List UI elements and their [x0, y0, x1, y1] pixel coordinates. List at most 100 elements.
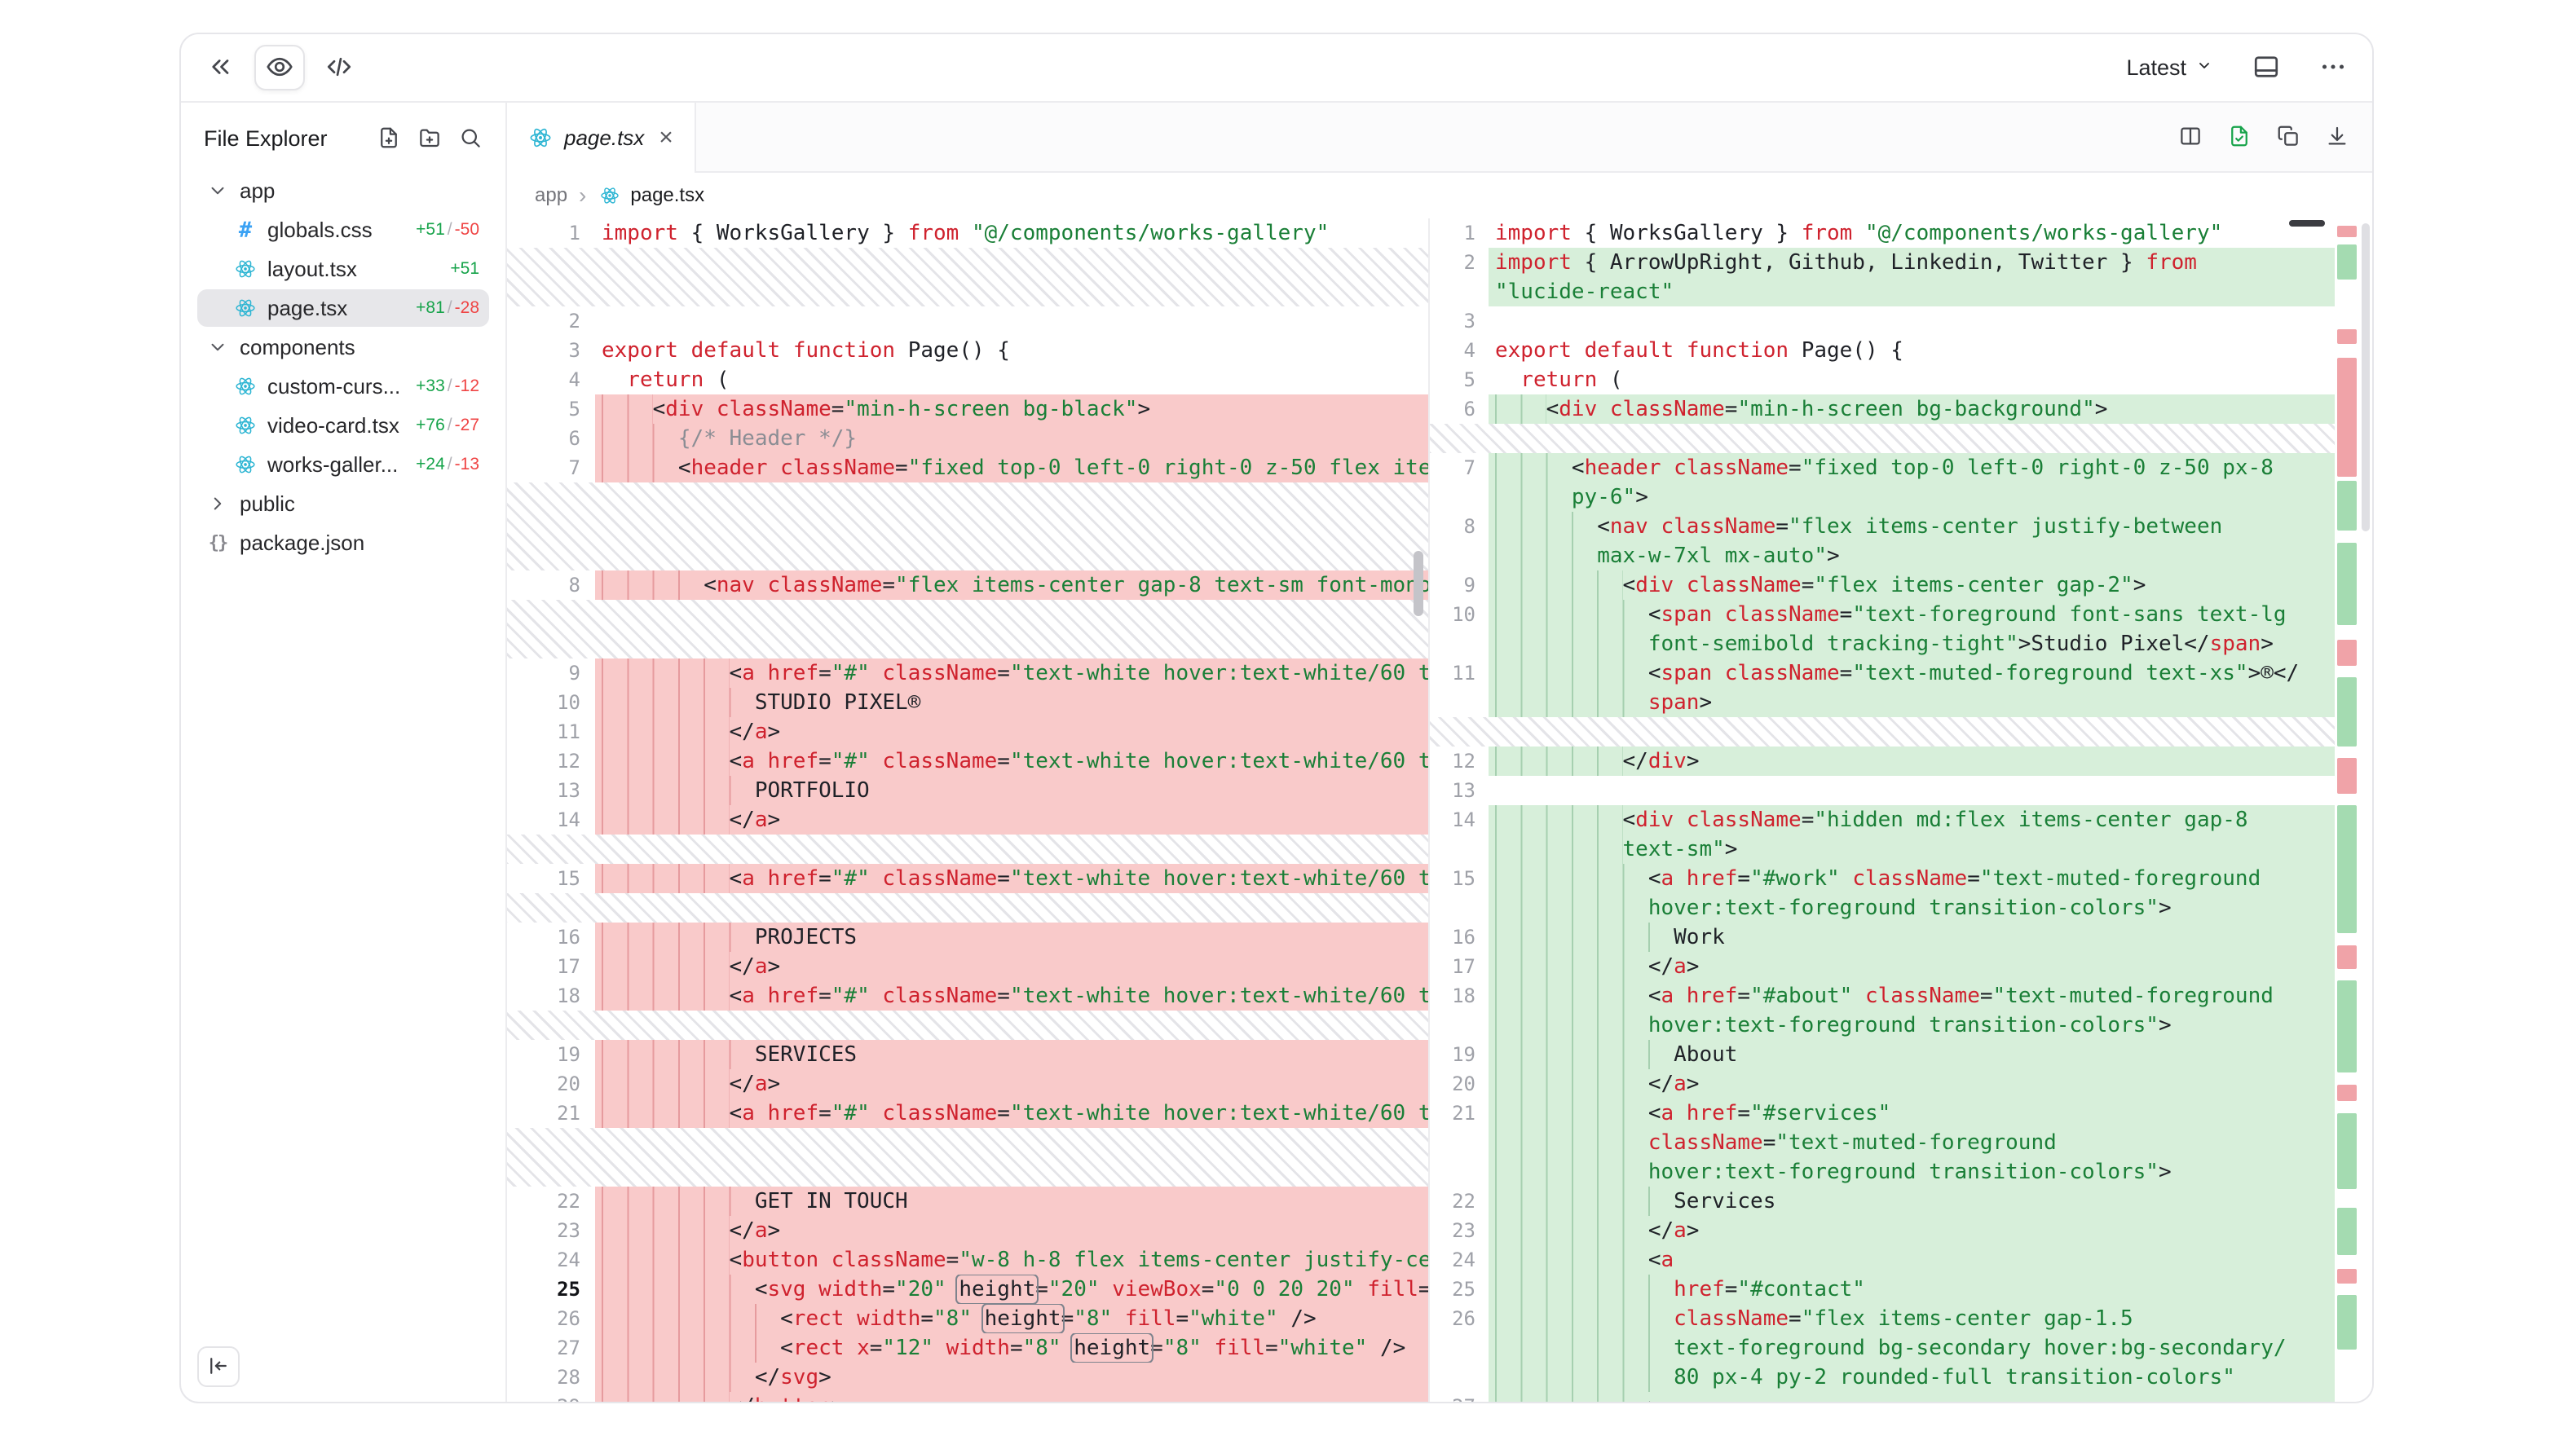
diff-code-row[interactable]: 23</a> [1430, 1216, 2335, 1245]
diff-code-row[interactable]: 11<span className="text-muted-foreground… [1430, 658, 2335, 688]
diff-code-row[interactable]: 13PORTFOLIO [507, 776, 1428, 805]
diff-code-row[interactable]: 2import { ArrowUpRight, Github, Linkedin… [1430, 248, 2335, 277]
diff-code-row[interactable]: 27<rect x="12" width="8" height="8" fill… [507, 1333, 1428, 1363]
diff-code-row[interactable]: 25<svg width="20" height="20" viewBox="0… [507, 1275, 1428, 1304]
diff-code-row[interactable]: 8<nav className="flex items-center justi… [1430, 512, 2335, 541]
diff-code-row[interactable]: 20</a> [507, 1069, 1428, 1099]
file-custom-curs...[interactable]: custom-curs...+33/-12 [197, 368, 489, 405]
diff-code-row[interactable]: 21<a href="#" className="text-white hove… [507, 1099, 1428, 1128]
new-file-button[interactable] [377, 126, 401, 152]
diff-code-row[interactable]: max-w-7xl mx-auto"> [1430, 541, 2335, 570]
diff-code-row[interactable]: 7<header className="fixed top-0 left-0 r… [507, 453, 1428, 482]
file-page.tsx[interactable]: page.tsx+81/-28 [197, 289, 489, 327]
diff-code-row[interactable]: text-sm"> [1430, 835, 2335, 864]
diff-code-row[interactable]: 26<rect width="8" height="8" fill="white… [507, 1304, 1428, 1333]
diff-code-row[interactable]: py-6"> [1430, 482, 2335, 512]
file-globals.css[interactable]: #globals.css+51/-50 [197, 211, 489, 249]
vertical-scrollbar[interactable] [2359, 218, 2372, 1402]
file-layout.tsx[interactable]: layout.tsx+51 [197, 250, 489, 288]
diff-code-row[interactable]: 4export default function Page() { [1430, 336, 2335, 365]
diff-code-row[interactable]: 5<div className="min-h-screen bg-black"> [507, 394, 1428, 424]
breadcrumb-file[interactable]: page.tsx [598, 184, 704, 207]
search-files-button[interactable] [458, 126, 483, 152]
diff-code-row[interactable]: 8<nav className="flex items-center gap-8… [507, 570, 1428, 600]
diff-code-row[interactable]: 12<a href="#" className="text-white hove… [507, 747, 1428, 776]
file-works-galler...[interactable]: works-galler...+24/-13 [197, 446, 489, 483]
diff-code-row[interactable]: 15<a href="#work" className="text-muted-… [1430, 864, 2335, 893]
vertical-scrollbar-thumb[interactable] [2362, 223, 2370, 531]
diff-code-row[interactable]: 80 px-4 py-2 rounded-full transition-col… [1430, 1363, 2335, 1392]
diff-code-row[interactable]: 3export default function Page() { [507, 336, 1428, 365]
diff-code-row[interactable]: 26className="flex items-center gap-1.5 [1430, 1304, 2335, 1333]
minimap[interactable] [2335, 218, 2359, 1402]
file-video-card.tsx[interactable]: video-card.tsx+76/-27 [197, 407, 489, 444]
diff-code-row[interactable]: 18<a href="#" className="text-white hove… [507, 981, 1428, 1011]
diff-code-row[interactable]: "lucide-react" [1430, 277, 2335, 306]
split-view-button[interactable] [2178, 124, 2203, 151]
more-options-button[interactable] [2318, 52, 2348, 84]
diff-code-row[interactable]: font-semibold tracking-tight">Studio Pix… [1430, 629, 2335, 658]
diff-code-row[interactable]: 18<a href="#about" className="text-muted… [1430, 981, 2335, 1011]
diff-code-row[interactable]: 6<div className="min-h-screen bg-backgro… [1430, 394, 2335, 424]
dock-sidebar-button[interactable] [197, 1346, 240, 1387]
folder-app[interactable]: app [197, 172, 489, 209]
diff-code-row[interactable]: 14</a> [507, 805, 1428, 835]
collapse-panel-button[interactable] [205, 52, 235, 84]
breadcrumb-root[interactable]: app [535, 184, 567, 207]
diff-code-row[interactable]: 22GET IN TOUCH [507, 1187, 1428, 1216]
diff-code-row[interactable]: 16Work [1430, 923, 2335, 952]
tab-page-tsx[interactable]: page.tsx × [507, 103, 696, 173]
diff-code-row[interactable]: 14<div className="hidden md:flex items-c… [1430, 805, 2335, 835]
diff-code-row[interactable]: 11</a> [507, 717, 1428, 747]
copy-code-button[interactable] [2276, 124, 2300, 151]
preview-toggle-button[interactable] [254, 45, 305, 90]
diff-code-row[interactable]: className="text-muted-foreground [1430, 1128, 2335, 1157]
diff-code-row[interactable]: span> [1430, 688, 2335, 717]
diff-code-row[interactable]: 12</div> [1430, 747, 2335, 776]
diff-code-row[interactable]: 24<button className="w-8 h-8 flex items-… [507, 1245, 1428, 1275]
file-package.json[interactable]: {}package.json [197, 524, 489, 562]
diff-code-row[interactable]: hover:text-foreground transition-colors"… [1430, 1157, 2335, 1187]
panel-bottom-button[interactable] [2252, 52, 2281, 84]
diff-code-row[interactable]: 22Services [1430, 1187, 2335, 1216]
diff-code-row[interactable]: 25href="#contact" [1430, 1275, 2335, 1304]
pane-scrollbar-thumb[interactable] [1414, 551, 1423, 616]
diff-code-row[interactable]: 15<a href="#" className="text-white hove… [507, 864, 1428, 893]
diff-code-row[interactable]: 6{/* Header */} [507, 424, 1428, 453]
diff-code-row[interactable]: 16PROJECTS [507, 923, 1428, 952]
diff-code-row[interactable]: 21<a href="#services" [1430, 1099, 2335, 1128]
diff-code-row[interactable]: 17</a> [507, 952, 1428, 981]
download-button[interactable] [2325, 124, 2349, 151]
diff-code-row[interactable]: 5return ( [1430, 365, 2335, 394]
apply-changes-button[interactable] [2227, 124, 2252, 151]
diff-pane-old[interactable]: 1import { WorksGallery } from "@/compone… [507, 218, 1430, 1402]
diff-code-row[interactable]: 7<header className="fixed top-0 left-0 r… [1430, 453, 2335, 482]
diff-code-row[interactable]: 4return ( [507, 365, 1428, 394]
diff-code-row[interactable]: 1import { WorksGallery } from "@/compone… [507, 218, 1428, 248]
diff-code-row[interactable]: text-foreground bg-secondary hover:bg-se… [1430, 1333, 2335, 1363]
diff-code-row[interactable]: 9<a href="#" className="text-white hover… [507, 658, 1428, 688]
diff-code-row[interactable]: 1import { WorksGallery } from "@/compone… [1430, 218, 2335, 248]
new-folder-button[interactable] [417, 126, 442, 152]
diff-code-row[interactable]: 29</button> [507, 1392, 1428, 1402]
diff-pane-new[interactable]: 1import { WorksGallery } from "@/compone… [1430, 218, 2335, 1402]
latest-version-dropdown[interactable]: Latest [2126, 55, 2214, 81]
diff-code-row[interactable]: 3 [1430, 306, 2335, 336]
folder-components[interactable]: components [197, 328, 489, 366]
diff-code-row[interactable]: 17</a> [1430, 952, 2335, 981]
close-tab-icon[interactable]: × [659, 124, 673, 152]
diff-code-row[interactable]: 19SERVICES [507, 1040, 1428, 1069]
diff-code-row[interactable]: 13 [1430, 776, 2335, 805]
diff-code-row[interactable]: 10<span className="text-foreground font-… [1430, 600, 2335, 629]
folder-public[interactable]: public [197, 485, 489, 522]
diff-code-row[interactable]: 2 [507, 306, 1428, 336]
diff-code-row[interactable]: 23</a> [507, 1216, 1428, 1245]
diff-code-row[interactable]: 10STUDIO PIXEL® [507, 688, 1428, 717]
diff-code-row[interactable]: hover:text-foreground transition-colors"… [1430, 893, 2335, 923]
horizontal-scrollbar-thumb[interactable] [2289, 220, 2325, 227]
diff-code-row[interactable]: 9<div className="flex items-center gap-2… [1430, 570, 2335, 600]
diff-code-row[interactable]: 28</svg> [507, 1363, 1428, 1392]
diff-code-row[interactable]: 24<a [1430, 1245, 2335, 1275]
code-view-button[interactable] [324, 52, 354, 84]
diff-code-row[interactable]: 27> [1430, 1392, 2335, 1402]
